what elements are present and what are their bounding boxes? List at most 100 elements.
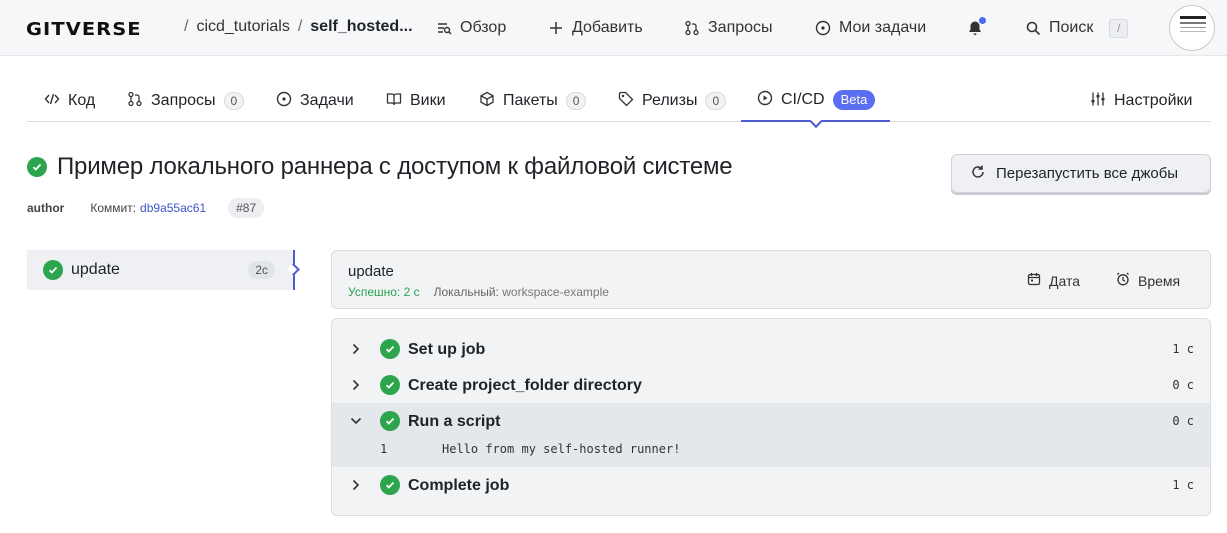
- search-shortcut: /: [1109, 18, 1129, 38]
- tab-packages-count: 0: [565, 92, 587, 110]
- tab-releases-label: Релизы: [642, 92, 698, 109]
- repo-tabs: Код Запросы 0 Задачи Вики Пакеты 0 Релиз…: [27, 80, 1211, 122]
- breadcrumb: / cicd_tutorials / self_hosted...: [184, 18, 413, 36]
- nav-my-tasks[interactable]: Мои задачи: [815, 0, 926, 56]
- job-header: update Успешно: 2 с Локальный: workspace…: [331, 250, 1211, 309]
- job-step[interactable]: Complete job 1 с: [332, 467, 1210, 503]
- nav-requests[interactable]: Запросы: [684, 0, 773, 56]
- job-step-duration: 1 с: [1172, 342, 1194, 356]
- show-date-button[interactable]: Дата: [1027, 272, 1080, 289]
- search-button[interactable]: Поиск /: [1025, 0, 1129, 56]
- job-step[interactable]: Create project_folder directory 0 с: [332, 367, 1210, 403]
- runner-label: Локальный:: [433, 285, 499, 299]
- avatar[interactable]: [1169, 5, 1215, 51]
- pull-request-icon: [684, 20, 700, 36]
- calendar-icon: [1027, 272, 1041, 289]
- success-check-icon: [27, 157, 47, 177]
- job-steps-panel: Set up job 1 с Create project_folder dir…: [331, 318, 1211, 516]
- overview-icon: [436, 20, 452, 36]
- nav-overview[interactable]: Обзор: [436, 0, 506, 56]
- time-label: Время: [1138, 272, 1181, 289]
- issue-icon: [276, 91, 292, 112]
- tab-code[interactable]: Код: [44, 80, 95, 122]
- job-list-item-name: update: [71, 261, 120, 278]
- tab-settings[interactable]: Настройки: [1090, 80, 1192, 122]
- tab-wiki-label: Вики: [410, 92, 446, 109]
- pull-request-icon: [127, 91, 143, 112]
- date-label: Дата: [1049, 272, 1081, 289]
- tab-packages-label: Пакеты: [503, 92, 558, 109]
- chevron-right-icon: [350, 477, 362, 493]
- notifications-button[interactable]: [967, 0, 986, 56]
- breadcrumb-separator: /: [184, 18, 189, 35]
- success-check-icon: [380, 475, 400, 495]
- runner-value: workspace-example: [502, 285, 609, 299]
- tab-requests-label: Запросы: [151, 92, 216, 109]
- job-list-item[interactable]: update 2с: [27, 250, 295, 290]
- job-list-item-duration: 2с: [248, 261, 275, 279]
- refresh-icon: [970, 164, 986, 184]
- tab-releases-count: 0: [705, 92, 727, 110]
- commit-label: Коммит:: [90, 201, 137, 215]
- job-step-duration: 0 с: [1172, 414, 1194, 428]
- success-check-icon: [380, 375, 400, 395]
- notification-dot: [979, 17, 986, 24]
- code-icon: [44, 91, 60, 112]
- nav-overview-label: Обзор: [460, 19, 507, 36]
- beta-badge: Beta: [832, 90, 876, 110]
- settings-sliders-icon: [1090, 91, 1106, 112]
- breadcrumb-owner[interactable]: cicd_tutorials: [196, 18, 289, 36]
- issue-icon: [815, 20, 831, 36]
- job-step-duration: 1 с: [1172, 478, 1194, 492]
- page-title: Пример локального раннера с доступом к ф…: [57, 153, 733, 180]
- run-number-badge: #87: [228, 198, 265, 218]
- chevron-right-icon: [350, 341, 362, 357]
- plus-icon: [548, 20, 564, 36]
- job-step-label: Set up job: [408, 341, 486, 358]
- nav-add-label: Добавить: [572, 19, 643, 36]
- tab-settings-label: Настройки: [1114, 92, 1193, 109]
- breadcrumb-separator: /: [297, 18, 303, 35]
- tab-requests[interactable]: Запросы 0: [127, 80, 245, 122]
- nav-add[interactable]: Добавить: [548, 0, 643, 56]
- package-icon: [479, 91, 495, 112]
- play-circle-icon: [757, 90, 773, 111]
- job-status: Успешно: 2 с: [348, 285, 420, 299]
- gitverse-logo[interactable]: GITVERSE: [26, 19, 142, 40]
- job-step-label: Complete job: [408, 477, 510, 494]
- book-icon: [386, 91, 402, 112]
- chevron-down-icon: [350, 413, 362, 429]
- log-line-text: Hello from my self-hosted runner!: [442, 442, 681, 456]
- tab-wiki[interactable]: Вики: [386, 80, 446, 122]
- run-author[interactable]: author: [27, 201, 64, 215]
- chevron-right-icon: [350, 377, 362, 393]
- commit-hash-link[interactable]: db9a55ac61: [140, 201, 206, 215]
- top-bar: GITVERSE / cicd_tutorials / self_hosted.…: [0, 0, 1227, 56]
- show-time-button[interactable]: Время: [1116, 272, 1180, 289]
- run-meta: author Коммит: db9a55ac61 #87: [27, 198, 265, 218]
- breadcrumb-repo[interactable]: self_hosted...: [310, 18, 412, 36]
- nav-requests-label: Запросы: [708, 19, 773, 36]
- restart-all-jobs-button[interactable]: Перезапустить все джобы: [951, 154, 1211, 193]
- tab-packages[interactable]: Пакеты 0: [479, 80, 587, 122]
- job-step-duration: 0 с: [1172, 378, 1194, 392]
- tab-releases[interactable]: Релизы 0: [618, 80, 727, 122]
- success-check-icon: [380, 411, 400, 431]
- job-summary: Успешно: 2 с Локальный: workspace-exampl…: [348, 285, 609, 299]
- search-icon: [1025, 20, 1041, 36]
- tab-issues-label: Задачи: [300, 92, 354, 109]
- job-name: update: [348, 263, 394, 280]
- bell-icon: [967, 17, 986, 36]
- job-step-label: Run a script: [408, 413, 501, 430]
- success-check-icon: [380, 339, 400, 359]
- log-line-number: 1: [380, 442, 388, 456]
- job-step-label: Create project_folder directory: [408, 377, 642, 394]
- job-step[interactable]: Set up job 1 с: [332, 331, 1210, 367]
- tag-icon: [618, 91, 634, 112]
- tab-issues[interactable]: Задачи: [276, 80, 354, 122]
- step-log-output: 1 Hello from my self-hosted runner!: [332, 439, 1210, 467]
- nav-my-tasks-label: Мои задачи: [839, 19, 927, 36]
- success-check-icon: [43, 260, 63, 280]
- tab-code-label: Код: [68, 92, 96, 109]
- job-step-expanded[interactable]: Run a script 0 с: [332, 403, 1210, 439]
